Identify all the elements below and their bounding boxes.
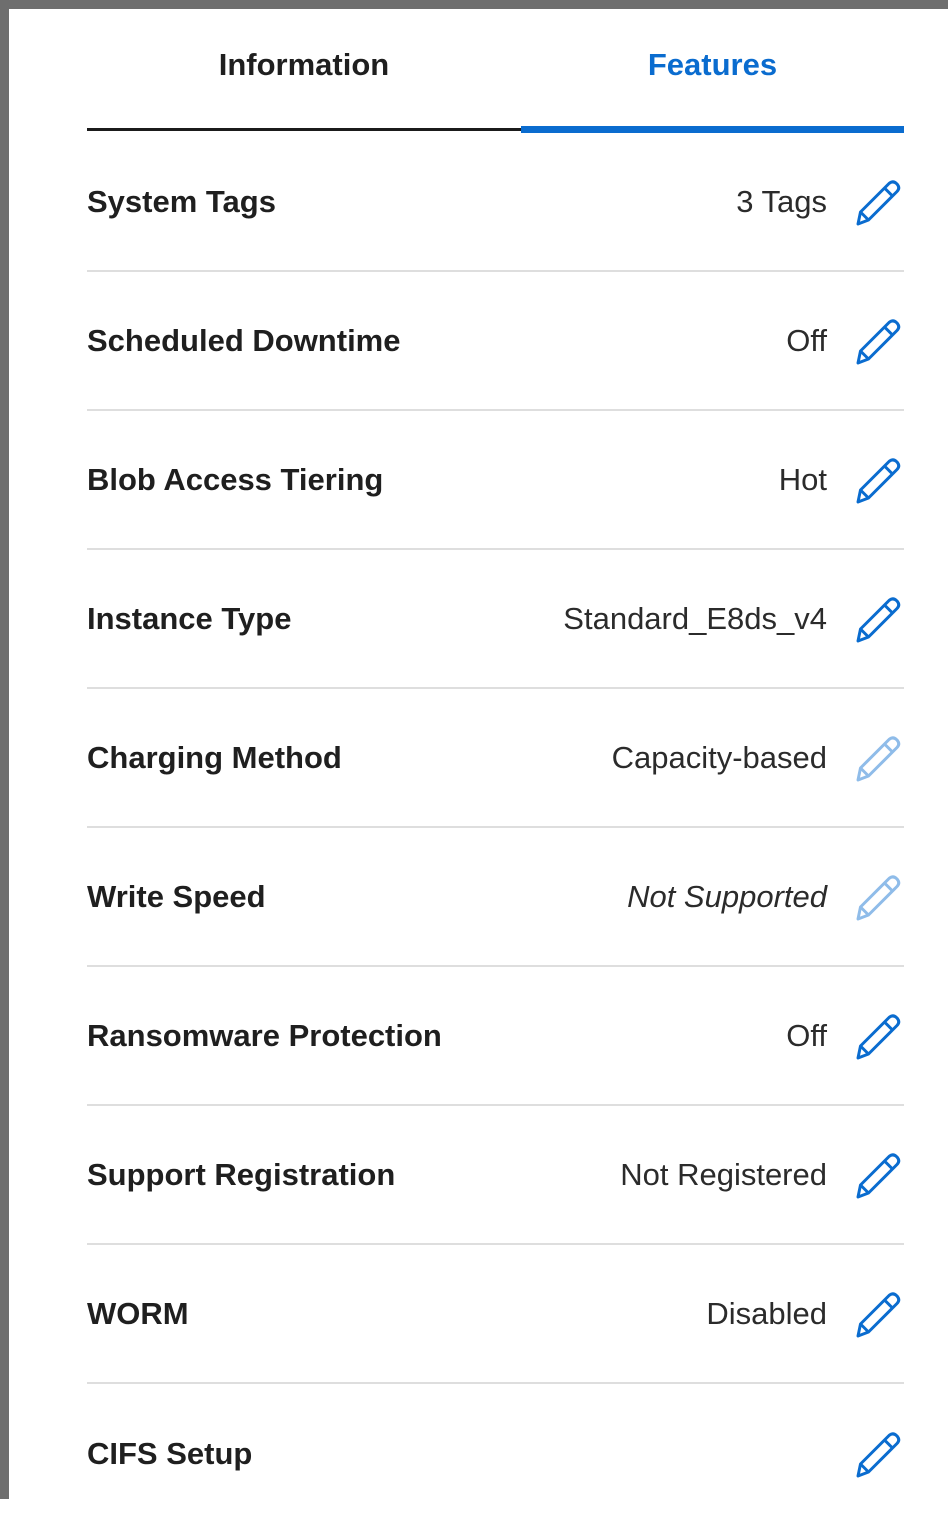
feature-row-cifs-setup: CIFS Setup — [87, 1384, 904, 1523]
row-value: Disabled — [706, 1295, 827, 1331]
pencil-icon[interactable] — [851, 314, 904, 367]
tab-features[interactable]: Features — [521, 9, 904, 133]
row-value: Off — [786, 322, 827, 358]
row-value: 3 Tags — [736, 183, 827, 219]
row-value: Hot — [778, 461, 827, 497]
row-value: Off — [786, 1017, 827, 1053]
row-value: Capacity-based — [611, 739, 827, 775]
pencil-icon[interactable] — [851, 1427, 904, 1480]
pencil-icon[interactable] — [851, 453, 904, 506]
row-label: Ransomware Protection — [87, 1017, 442, 1053]
pencil-icon[interactable] — [851, 592, 904, 645]
row-label: WORM — [87, 1295, 189, 1331]
tab-information[interactable]: Information — [87, 9, 521, 131]
pencil-icon[interactable] — [851, 1009, 904, 1062]
tab-bar: Information Features — [87, 9, 904, 133]
row-label: Instance Type — [87, 600, 292, 636]
panel-frame: Information Features System Tags 3 Tags … — [0, 0, 948, 1499]
row-label: Charging Method — [87, 739, 342, 775]
pencil-icon[interactable] — [851, 1148, 904, 1201]
feature-row-support-registration: Support Registration Not Registered — [87, 1106, 904, 1245]
feature-row-instance-type: Instance Type Standard_E8ds_v4 — [87, 550, 904, 689]
pencil-icon[interactable] — [851, 175, 904, 228]
row-value: Not Registered — [620, 1156, 827, 1192]
row-value: Standard_E8ds_v4 — [563, 600, 827, 636]
row-label: System Tags — [87, 183, 276, 219]
feature-row-blob-access-tiering: Blob Access Tiering Hot — [87, 411, 904, 550]
row-label: Blob Access Tiering — [87, 461, 384, 497]
pencil-icon — [851, 731, 904, 784]
feature-row-scheduled-downtime: Scheduled Downtime Off — [87, 272, 904, 411]
feature-row-charging-method: Charging Method Capacity-based — [87, 689, 904, 828]
row-label: Scheduled Downtime — [87, 322, 401, 358]
feature-row-worm: WORM Disabled — [87, 1245, 904, 1384]
feature-row-system-tags: System Tags 3 Tags — [87, 133, 904, 272]
row-value: Not Supported — [627, 878, 827, 914]
row-label: Support Registration — [87, 1156, 396, 1192]
features-panel: Information Features System Tags 3 Tags … — [87, 9, 904, 1523]
feature-row-write-speed: Write Speed Not Supported — [87, 828, 904, 967]
row-label: Write Speed — [87, 878, 266, 914]
pencil-icon — [851, 870, 904, 923]
feature-row-ransomware-protection: Ransomware Protection Off — [87, 967, 904, 1106]
row-label: CIFS Setup — [87, 1435, 253, 1471]
pencil-icon[interactable] — [851, 1287, 904, 1340]
